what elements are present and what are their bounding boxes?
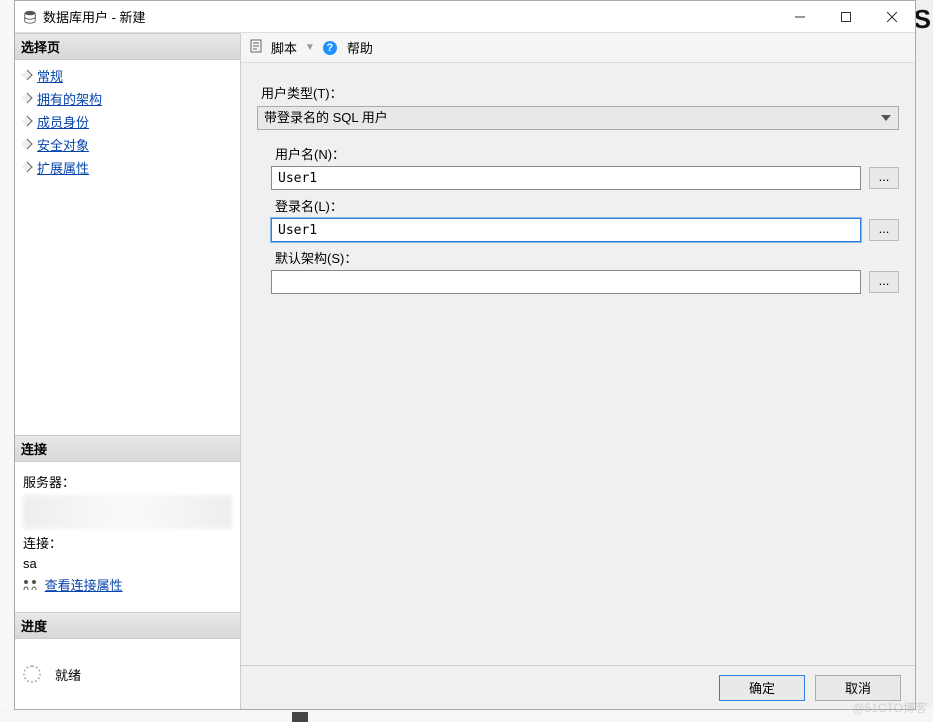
- login-browse-button[interactable]: ...: [869, 219, 899, 241]
- nav-item-extended-props[interactable]: 扩展属性: [15, 156, 240, 179]
- script-icon: [249, 39, 263, 56]
- connection-props-icon: [23, 579, 37, 594]
- background-strip: [0, 708, 933, 722]
- login-label: 登录名(L)：: [275, 196, 899, 215]
- user-type-select[interactable]: 带登录名的 SQL 用户: [257, 106, 899, 130]
- window-title: 数据库用户 - 新建: [43, 7, 146, 26]
- nav-fill: [15, 183, 240, 435]
- connection-value: sa: [23, 556, 232, 571]
- select-page-header: 选择页: [15, 33, 240, 60]
- dialog-button-bar: 确定 取消: [241, 665, 915, 709]
- ok-button[interactable]: 确定: [719, 675, 805, 701]
- chevron-down-icon[interactable]: ▼: [305, 42, 315, 53]
- help-icon: ?: [323, 41, 337, 55]
- progress-status-text: 就绪: [55, 665, 81, 684]
- nav-item-owned-schemas[interactable]: 拥有的架构: [15, 87, 240, 110]
- username-browse-button[interactable]: ...: [869, 167, 899, 189]
- dialog-window: 数据库用户 - 新建 选择页 常规 拥有的架构 成员身份 安全对象 扩展属性 连…: [14, 0, 916, 710]
- toolbar: 脚本 ▼ ? 帮助: [241, 33, 915, 63]
- schema-input[interactable]: [271, 270, 861, 294]
- background-letter: S: [914, 4, 931, 35]
- view-connection-props-link[interactable]: 查看连接属性: [45, 578, 123, 593]
- progress-box: 就绪: [15, 639, 240, 709]
- user-type-value: 带登录名的 SQL 用户: [264, 110, 388, 125]
- server-label: 服务器：: [23, 472, 232, 491]
- nav-item-general[interactable]: 常规: [15, 64, 240, 87]
- outer-edge: [0, 0, 14, 722]
- script-button-label[interactable]: 脚本: [271, 38, 297, 57]
- cancel-button[interactable]: 取消: [815, 675, 901, 701]
- nav-item-securables[interactable]: 安全对象: [15, 133, 240, 156]
- watermark-text: @51CTO博客: [852, 699, 927, 716]
- nav-item-membership[interactable]: 成员身份: [15, 110, 240, 133]
- progress-header: 进度: [15, 612, 240, 639]
- right-panel: 脚本 ▼ ? 帮助 用户类型(T)： 带登录名的 SQL 用户 用户名(N)：: [241, 33, 915, 709]
- close-button[interactable]: [869, 2, 915, 32]
- titlebar: 数据库用户 - 新建: [15, 1, 915, 33]
- connection-label: 连接：: [23, 533, 232, 552]
- chevron-down-icon: [878, 110, 894, 126]
- connection-header: 连接: [15, 435, 240, 462]
- progress-spinner-icon: [23, 665, 41, 683]
- user-type-label: 用户类型(T)：: [261, 83, 899, 102]
- connection-info: 服务器： 连接： sa 查看连接属性: [15, 462, 240, 612]
- minimize-button[interactable]: [777, 2, 823, 32]
- username-label: 用户名(N)：: [275, 144, 899, 163]
- server-value-redacted: [23, 495, 232, 529]
- database-icon: [23, 10, 37, 24]
- username-input[interactable]: [271, 166, 861, 190]
- form-area: 用户类型(T)： 带登录名的 SQL 用户 用户名(N)： ... 登录名(L)…: [241, 63, 915, 665]
- schema-label: 默认架构(S)：: [275, 248, 899, 267]
- help-button-label[interactable]: 帮助: [347, 38, 373, 57]
- login-input[interactable]: [271, 218, 861, 242]
- left-panel: 选择页 常规 拥有的架构 成员身份 安全对象 扩展属性 连接 服务器： 连接： …: [15, 33, 241, 709]
- page-nav-list: 常规 拥有的架构 成员身份 安全对象 扩展属性: [15, 60, 240, 183]
- maximize-button[interactable]: [823, 2, 869, 32]
- schema-browse-button[interactable]: ...: [869, 271, 899, 293]
